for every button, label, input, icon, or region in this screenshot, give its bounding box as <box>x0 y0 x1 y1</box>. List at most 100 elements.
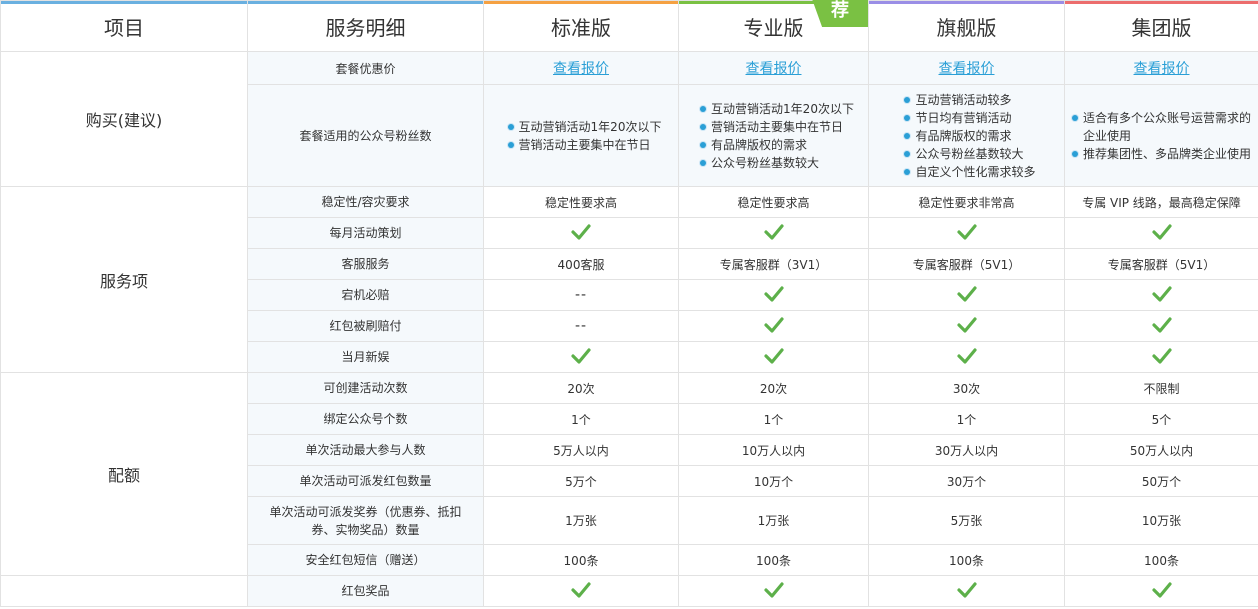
fans-cell-flagship: 互动营销活动较多 节日均有营销活动 有品牌版权的需求 公众号粉丝基数较大 自定义个性化需… <box>868 84 1065 187</box>
cell-value: 1万张 <box>565 514 597 528</box>
value-cell-flagship: 100条 <box>868 544 1065 576</box>
feature-item: 推荐集团性、多品牌类企业使用 <box>1071 145 1258 163</box>
fans-cell-group: 适合有多个公众账号运营需求的企业使用 推荐集团性、多品牌类企业使用 <box>1064 84 1258 187</box>
view-quote-link-group[interactable]: 查看报价 <box>1134 61 1190 77</box>
detail-column-header: 服务明细 <box>247 0 484 52</box>
check-icon-cell-flagship <box>868 575 1065 607</box>
cell-value: 1万张 <box>757 514 790 528</box>
check-icon <box>763 316 784 338</box>
row-label: 安全红包短信（赠送） <box>247 544 484 576</box>
value-cell-professional: 1个 <box>678 403 869 435</box>
check-icon-cell-flagship <box>868 279 1065 311</box>
check-icon <box>763 223 784 245</box>
value-cell-group: 专属客服群（5V1） <box>1064 248 1258 280</box>
value-cell-flagship: 稳定性要求非常高 <box>868 186 1065 218</box>
plan-header-group: 集团版 <box>1064 0 1258 52</box>
row-label: 每月活动策划 <box>247 217 484 249</box>
value-cell-flagship: 30次 <box>868 372 1065 404</box>
check-icon-cell-standard <box>483 341 679 373</box>
feature-item: 互动营销活动1年20次以下 <box>699 100 854 118</box>
row-label: 客服服务 <box>247 248 484 280</box>
value-cell-standard: 400客服 <box>483 248 679 280</box>
cell-value: 100条 <box>1144 553 1179 568</box>
value-cell-group: 100条 <box>1064 544 1258 576</box>
cell-value: 1个 <box>571 412 591 427</box>
value-cell-flagship: 5万张 <box>868 496 1065 545</box>
service-row: 服务项 稳定性/容灾要求 稳定性要求高 稳定性要求高 稳定性要求非常高 专属 VIP 线路… <box>0 186 1258 373</box>
value-cell-professional: 10万个 <box>678 465 869 497</box>
check-icon <box>763 581 784 603</box>
feature-item: 营销活动主要集中在节日 <box>699 118 854 136</box>
check-icon-cell-standard <box>483 217 679 249</box>
check-icon <box>1151 223 1172 245</box>
value-cell-standard: -- <box>483 279 679 311</box>
not-included-dash: -- <box>574 318 588 334</box>
plan-header-professional: 专业版荐 <box>678 0 869 52</box>
check-icon-cell-group <box>1064 279 1258 311</box>
cell-value: 5万人以内 <box>553 443 609 458</box>
value-cell-group: 不限制 <box>1064 372 1258 404</box>
check-icon <box>1151 581 1172 603</box>
extra-row: 红包奖品 <box>0 575 1258 607</box>
cell-value: 50万人以内 <box>1129 443 1194 458</box>
check-icon-cell-professional <box>678 279 869 311</box>
item-column-header: 项目 <box>0 0 248 52</box>
cell-value: 30万个 <box>946 474 987 489</box>
check-icon-cell-group <box>1064 575 1258 607</box>
feature-item: 有品牌版权的需求 <box>699 136 854 154</box>
feature-item: 互动营销活动1年20次以下 <box>507 118 661 136</box>
not-included-dash: -- <box>574 287 588 303</box>
value-cell-standard: 5万个 <box>483 465 679 497</box>
view-quote-link-professional[interactable]: 查看报价 <box>746 61 802 77</box>
check-icon <box>763 285 784 307</box>
check-icon <box>956 316 977 338</box>
value-cell-standard: 1万张 <box>483 496 679 545</box>
check-icon-cell-professional <box>678 575 869 607</box>
value-cell-group: 专属 VIP 线路，最高稳定保障 <box>1064 186 1258 218</box>
value-cell-professional: 100条 <box>678 544 869 576</box>
cell-value: 不限制 <box>1143 381 1180 396</box>
view-quote-link-standard[interactable]: 查看报价 <box>553 61 609 77</box>
price-row: 购买(建议) 套餐优惠价 查看报价 查看报价 查看报价 查看报价 <box>0 51 1258 187</box>
value-cell-professional: 20次 <box>678 372 869 404</box>
fans-cell-professional: 互动营销活动1年20次以下 营销活动主要集中在节日 有品牌版权的需求 公众号粉丝基数较… <box>678 84 869 187</box>
feature-item: 公众号粉丝基数较大 <box>699 154 854 172</box>
value-cell-standard: 100条 <box>483 544 679 576</box>
cell-value: 专属客服群（5V1） <box>1107 257 1216 272</box>
feature-item: 节日均有营销活动 <box>903 109 1035 127</box>
view-quote-link-flagship[interactable]: 查看报价 <box>939 61 995 77</box>
check-icon-cell-professional <box>678 341 869 373</box>
value-cell-group: 10万张 <box>1064 496 1258 545</box>
check-icon-cell-flagship <box>868 217 1065 249</box>
cell-value: 100条 <box>949 553 984 568</box>
cell-value: 10万张 <box>1141 514 1182 528</box>
row-label: 红包被刷赔付 <box>247 310 484 342</box>
section-service: 服务项 <box>0 186 248 373</box>
cell-value: 1个 <box>956 412 977 427</box>
feature-item: 适合有多个公众账号运营需求的企业使用 <box>1071 109 1258 145</box>
section-extra <box>0 575 248 607</box>
section-quota: 配额 <box>0 372 248 576</box>
value-cell-group: 5个 <box>1064 403 1258 435</box>
value-cell-professional: 1万张 <box>678 496 869 545</box>
cell-value: 30万人以内 <box>934 443 999 458</box>
check-icon <box>763 347 784 369</box>
cell-value: 1个 <box>763 412 784 427</box>
value-cell-standard: 1个 <box>483 403 679 435</box>
feature-item: 有品牌版权的需求 <box>903 127 1035 145</box>
row-label: 稳定性/容灾要求 <box>247 186 484 218</box>
check-icon <box>1151 285 1172 307</box>
row-label: 宕机必赔 <box>247 279 484 311</box>
value-cell-professional: 稳定性要求高 <box>678 186 869 218</box>
check-icon <box>956 285 977 307</box>
check-icon-cell-group <box>1064 217 1258 249</box>
check-icon <box>571 223 591 245</box>
cell-value: 专属 VIP 线路，最高稳定保障 <box>1082 195 1241 210</box>
cell-value: 400客服 <box>557 257 605 272</box>
check-icon <box>571 347 591 369</box>
feature-item: 互动营销活动较多 <box>903 91 1035 109</box>
check-icon <box>1151 316 1172 338</box>
check-icon-cell-flagship <box>868 341 1065 373</box>
value-cell-standard: 5万人以内 <box>483 434 679 466</box>
value-cell-group: 50万个 <box>1064 465 1258 497</box>
